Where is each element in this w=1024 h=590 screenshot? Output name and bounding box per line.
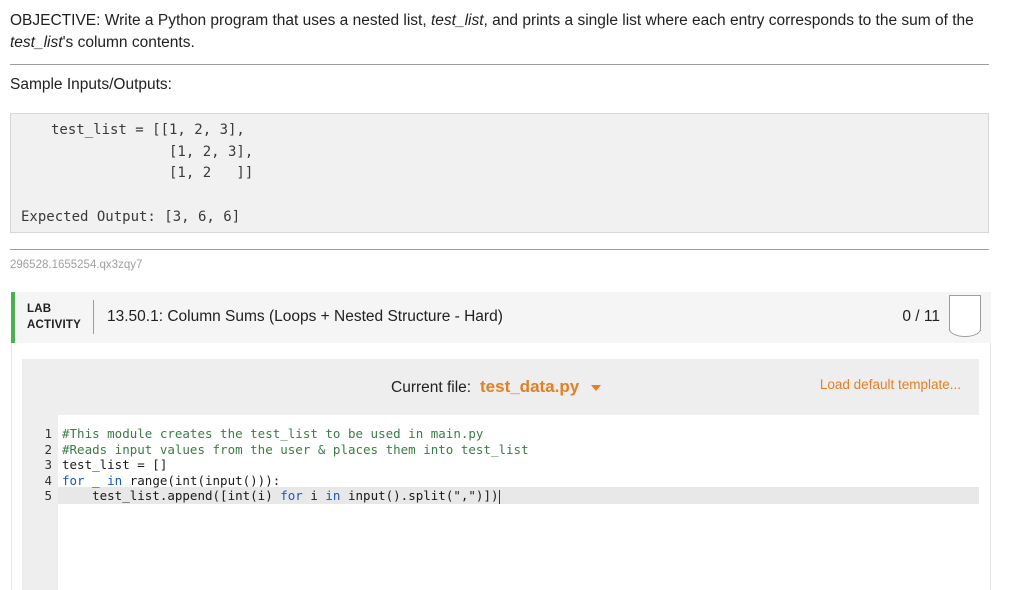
objective-label: OBJECTIVE: — [10, 12, 101, 29]
lab-activity-label: LAB ACTIVITY — [27, 303, 81, 331]
line-number: 3 — [44, 457, 52, 472]
sample-title: Sample Inputs/Outputs: — [10, 76, 172, 93]
lab-title: 13.50.1: Column Sums (Loops + Nested Str… — [107, 308, 503, 325]
sample-line-2: [1, 2, 3], — [51, 143, 254, 160]
sample-line-3: [1, 2 ]] — [51, 165, 254, 181]
text-cursor — [498, 489, 500, 504]
objective-text: OBJECTIVE: Write a Python program that u… — [10, 12, 974, 51]
current-file-select[interactable]: test_data.py — [480, 377, 579, 397]
load-default-template-link[interactable]: Load default template... — [820, 377, 961, 392]
file-bar: Current file: test_data.py Load default … — [22, 359, 979, 415]
activity-hash: 296528.1655254.qx3zqy7 — [10, 259, 143, 271]
line-number: 5 — [44, 488, 52, 503]
code-editor[interactable]: 1 2 3 4 5 #This module creates the test_… — [22, 415, 979, 590]
line-number: 4 — [44, 472, 52, 488]
divider — [10, 249, 989, 250]
current-file-label: Current file: — [391, 379, 472, 396]
completion-badge-icon — [949, 295, 981, 337]
lab-activity-header: LAB ACTIVITY 13.50.1: Column Sums (Loops… — [11, 292, 991, 343]
code-line-2: #Reads input values from the user & plac… — [62, 441, 529, 457]
line-number: 2 — [44, 441, 52, 457]
code-line-3: test_list = [] — [62, 457, 168, 472]
expected-output: Expected Output: [3, 6, 6] — [21, 209, 241, 225]
line-number: 1 — [44, 426, 52, 441]
code-line-1: #This module creates the test_list to be… — [62, 426, 484, 441]
divider — [10, 64, 989, 65]
divider — [93, 300, 94, 334]
sample-code-box: test_list = [[1, 2, 3], [1, 2, 3], [1, 2… — [10, 113, 989, 233]
sample-line-1: test_list = [[1, 2, 3], — [51, 122, 245, 138]
chevron-down-icon[interactable] — [591, 385, 601, 391]
code-line-4: for _ in range(int(input())): — [62, 472, 281, 488]
code-editor-panel: Current file: test_data.py Load default … — [22, 359, 979, 590]
code-line-5: test_list.append([int(i) for i in input(… — [62, 488, 500, 504]
lab-score: 0 / 11 — [902, 308, 940, 325]
